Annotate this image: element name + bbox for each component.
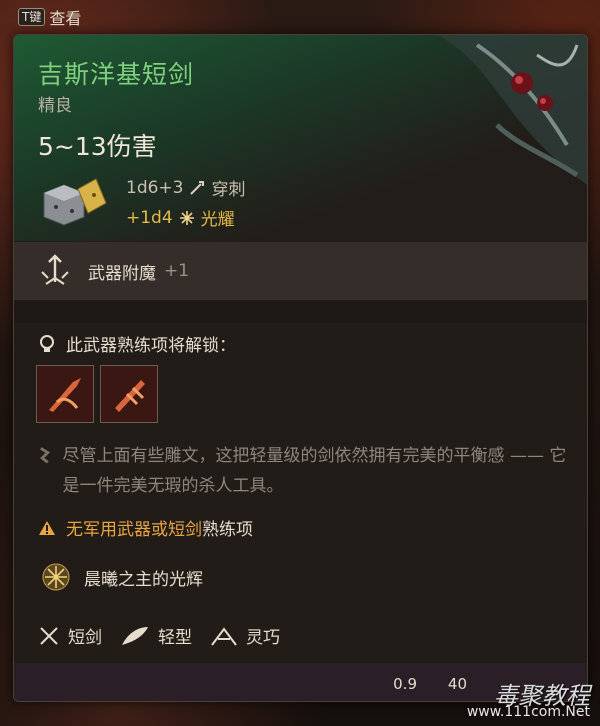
- tooltip-header: 吉斯洋基短剑 精良 5~13伤害 1d6+3 穿刺 +1d4 光耀: [14, 35, 587, 241]
- tag-light[interactable]: 轻型: [120, 623, 192, 648]
- enchant-label: 武器附魔: [88, 263, 156, 284]
- lightbulb-icon: [40, 334, 54, 352]
- tag-finesse[interactable]: 灵巧: [210, 623, 280, 648]
- dice-icon: [43, 178, 107, 226]
- damage-range: 5~13伤害: [38, 132, 157, 161]
- passive-label: 晨曦之主的光辉: [84, 569, 203, 590]
- weapon-enchant-row[interactable]: 武器附魔 +1: [14, 242, 587, 300]
- feather-icon: [122, 626, 148, 645]
- tag-label-1: 短剑: [68, 628, 102, 648]
- enchant-icon: [41, 254, 69, 285]
- damage-type-bonus: 光耀: [200, 210, 235, 230]
- watermark-url: www.111com.Net: [466, 704, 590, 720]
- radiant-icon: [179, 210, 194, 225]
- item-tooltip: 吉斯洋基短剑 精良 5~13伤害 1d6+3 穿刺 +1d4 光耀 武器附魔 +…: [13, 34, 588, 702]
- flavor-block: 尽管上面有些雕文，这把轻量级的剑依然拥有完美的平衡感 —— 它是一件完美无瑕的杀…: [38, 441, 568, 501]
- warning-highlight: 无军用武器或短剑: [66, 520, 202, 540]
- tag-label-2: 轻型: [158, 628, 192, 648]
- unlock-text: 此武器熟练项将解锁：: [66, 336, 236, 356]
- damage-line-main: 1d6+3 穿刺: [126, 175, 246, 201]
- weapon-action-slot-2[interactable]: [100, 365, 158, 423]
- dagger-art-icon: [437, 35, 587, 185]
- sun-passive-icon: [42, 563, 70, 591]
- crossed-swords-icon: [40, 626, 58, 645]
- item-rarity: 精良: [38, 96, 72, 116]
- finesse-icon: [211, 626, 237, 646]
- tag-label-3: 灵巧: [246, 628, 280, 648]
- quill-icon: [40, 447, 51, 464]
- flavor-text: 尽管上面有些雕文，这把轻量级的剑依然拥有完美的平衡感 —— 它是一件完美无瑕的杀…: [62, 446, 567, 496]
- damage-line-bonus: +1d4 光耀: [126, 205, 235, 231]
- tag-short-sword[interactable]: 短剑: [38, 623, 102, 648]
- inspect-hint[interactable]: T键 查看: [18, 6, 81, 28]
- weapon-action-icon-1: [49, 378, 81, 412]
- weight-value: 0.9: [393, 675, 417, 693]
- dice-main: 1d6+3: [126, 177, 184, 198]
- proficiency-warning: 无军用武器或短剑熟练项: [38, 515, 253, 540]
- proficiency-unlock-title: 此武器熟练项将解锁：: [38, 331, 236, 356]
- weapon-properties: 短剑 轻型 灵巧: [38, 623, 280, 648]
- gold-value: 40: [447, 675, 467, 693]
- enchant-bonus: +1: [164, 261, 190, 281]
- dice-bonus: +1d4: [126, 207, 173, 228]
- damage-type-main: 穿刺: [211, 180, 246, 200]
- item-name: 吉斯洋基短剑: [38, 60, 195, 89]
- weapon-action-icon-2: [115, 380, 145, 412]
- hotkey-cap: T键: [18, 8, 46, 26]
- warning-icon: [39, 520, 55, 535]
- weapon-action-slot-1[interactable]: [36, 365, 94, 423]
- weapon-actions: [36, 365, 158, 423]
- section-divider: [14, 301, 587, 323]
- passive-row[interactable]: 晨曦之主的光辉: [42, 563, 203, 591]
- inspect-label: 查看: [49, 9, 82, 28]
- piercing-icon: [190, 180, 205, 195]
- warning-rest: 熟练项: [202, 520, 253, 540]
